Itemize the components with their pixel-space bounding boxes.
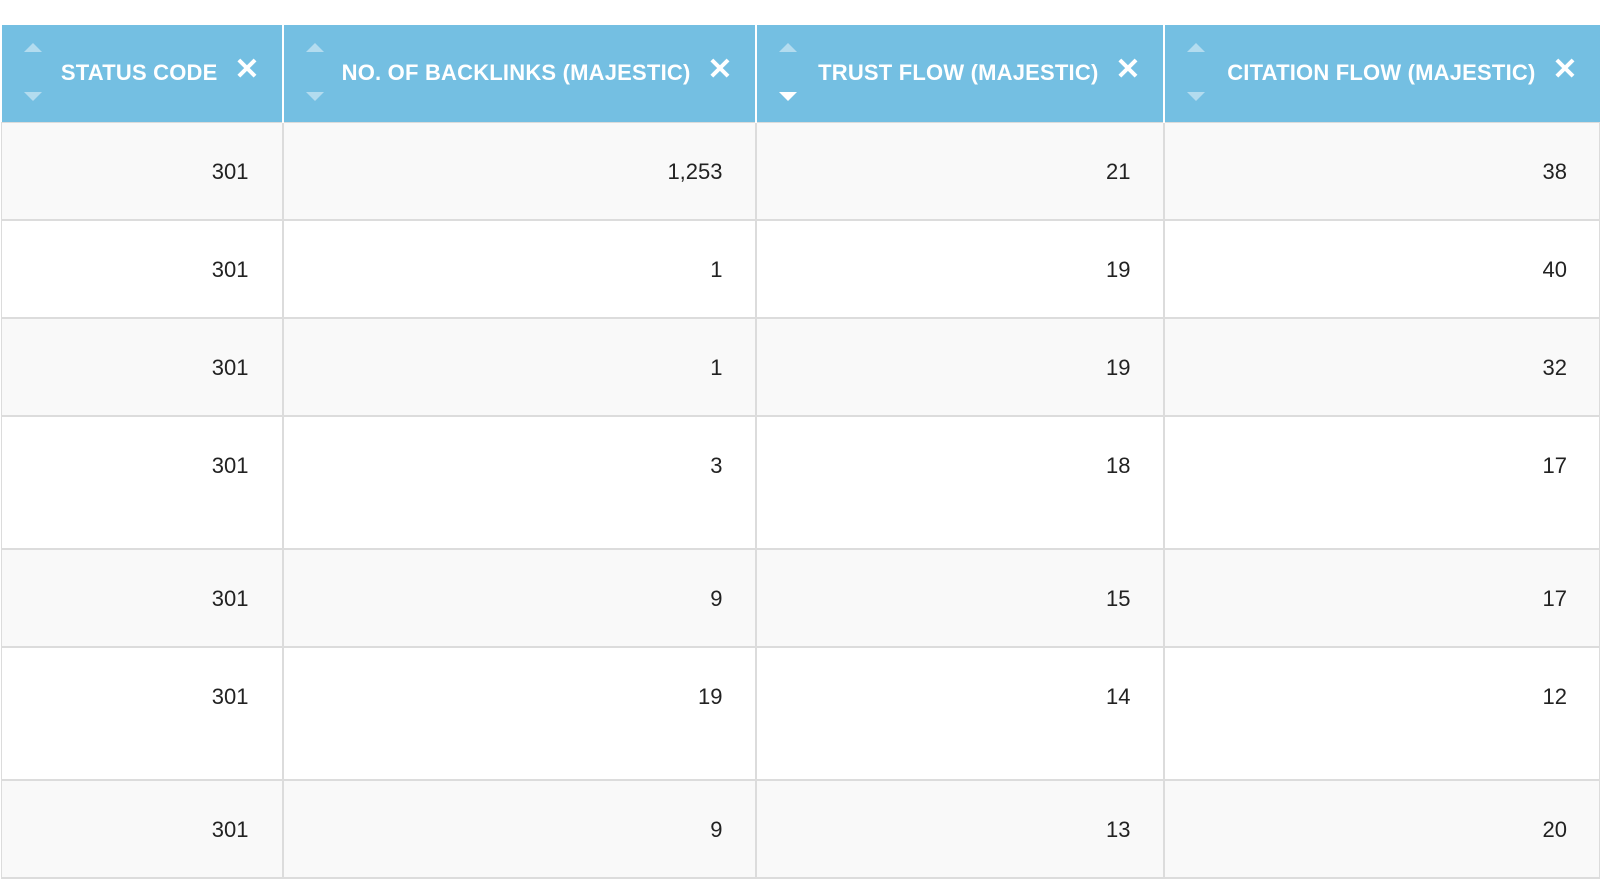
cell-trust-flow: 18	[754, 416, 1164, 550]
cell-trust-flow: 21	[754, 122, 1164, 221]
column-header-label: TRUST FLOW (MAJESTIC)	[818, 60, 1099, 85]
sort-ascending-icon[interactable]	[23, 43, 42, 52]
cell-backlinks: 1,253	[281, 122, 756, 221]
cell-backlinks: 1	[281, 220, 756, 319]
cell-value: 19	[1106, 257, 1131, 282]
close-icon[interactable]: ✕	[234, 55, 259, 85]
cell-value: 301	[211, 817, 249, 842]
close-icon[interactable]: ✕	[1115, 55, 1140, 85]
cell-value: 18	[1106, 453, 1131, 478]
close-icon[interactable]: ✕	[707, 55, 732, 85]
column-header-backlinks[interactable]: NO. OF BACKLINKS (MAJESTIC) ✕	[281, 25, 756, 123]
cell-value: 301	[211, 453, 249, 478]
cell-backlinks: 3	[281, 416, 756, 550]
cell-value: 19	[698, 684, 723, 709]
cell-status-code: 301	[1, 647, 283, 781]
cell-value: 9	[710, 586, 723, 611]
sort-descending-icon[interactable]	[778, 92, 797, 101]
cell-citation-flow: 12	[1162, 647, 1600, 781]
column-header-citation-flow[interactable]: CITATION FLOW (MAJESTIC) ✕	[1162, 25, 1600, 123]
cell-status-code: 301	[1, 220, 283, 319]
cell-value: 21	[1106, 159, 1131, 184]
sort-descending-icon[interactable]	[1186, 92, 1205, 101]
cell-citation-flow: 32	[1162, 318, 1600, 417]
cell-value: 17	[1542, 453, 1567, 478]
table-header-row: STATUS CODE ✕ NO. OF BACKLINKS (MAJESTIC…	[1, 25, 1600, 123]
cell-value: 3	[710, 453, 723, 478]
cell-citation-flow: 38	[1162, 122, 1600, 221]
sort-ascending-icon[interactable]	[305, 43, 324, 52]
table-row[interactable]: 301 1 19 40	[1, 220, 1600, 319]
cell-value: 301	[211, 257, 249, 282]
cell-value: 12	[1542, 684, 1567, 709]
table-row[interactable]: 301 1 19 32	[1, 318, 1600, 417]
table-row[interactable]: 301 9 15 17	[1, 549, 1600, 648]
sort-control[interactable]	[305, 43, 326, 103]
table-row[interactable]: 301 3 18 17	[1, 416, 1600, 550]
cell-value: 19	[1106, 355, 1131, 380]
cell-status-code: 301	[1, 549, 283, 648]
sort-control[interactable]	[778, 43, 799, 103]
table-row[interactable]: 301 9 13 20	[1, 780, 1600, 879]
column-header-trust-flow[interactable]: TRUST FLOW (MAJESTIC) ✕	[754, 25, 1164, 123]
cell-value: 301	[211, 684, 249, 709]
cell-citation-flow: 20	[1162, 780, 1600, 879]
cell-trust-flow: 19	[754, 220, 1164, 319]
cell-citation-flow: 40	[1162, 220, 1600, 319]
sort-ascending-icon[interactable]	[778, 43, 797, 52]
sort-control[interactable]	[23, 43, 44, 103]
table-row[interactable]: 301 1,253 21 38	[1, 122, 1600, 221]
data-table-container: STATUS CODE ✕ NO. OF BACKLINKS (MAJESTIC…	[1, 25, 1600, 879]
cell-value: 9	[710, 817, 723, 842]
cell-value: 40	[1542, 257, 1567, 282]
cell-backlinks: 9	[281, 549, 756, 648]
cell-value: 301	[211, 159, 249, 184]
cell-value: 301	[211, 355, 249, 380]
table-row[interactable]: 301 19 14 12	[1, 647, 1600, 781]
cell-status-code: 301	[1, 780, 283, 879]
cell-value: 1	[710, 355, 723, 380]
cell-citation-flow: 17	[1162, 416, 1600, 550]
cell-trust-flow: 19	[754, 318, 1164, 417]
data-table: STATUS CODE ✕ NO. OF BACKLINKS (MAJESTIC…	[1, 25, 1600, 879]
cell-value: 15	[1106, 586, 1131, 611]
cell-backlinks: 9	[281, 780, 756, 879]
close-icon[interactable]: ✕	[1552, 55, 1577, 85]
cell-citation-flow: 17	[1162, 549, 1600, 648]
column-header-label: CITATION FLOW (MAJESTIC)	[1227, 60, 1536, 85]
cell-backlinks: 1	[281, 318, 756, 417]
sort-descending-icon[interactable]	[23, 92, 42, 101]
sort-control[interactable]	[1186, 43, 1207, 103]
column-header-label: STATUS CODE	[60, 60, 218, 85]
cell-value: 1	[710, 257, 723, 282]
column-header-status-code[interactable]: STATUS CODE ✕	[1, 25, 283, 123]
cell-value: 301	[211, 586, 249, 611]
cell-value: 13	[1106, 817, 1131, 842]
cell-trust-flow: 15	[754, 549, 1164, 648]
cell-trust-flow: 14	[754, 647, 1164, 781]
cell-value: 20	[1542, 817, 1567, 842]
cell-trust-flow: 13	[754, 780, 1164, 879]
sort-descending-icon[interactable]	[305, 92, 324, 101]
cell-backlinks: 19	[281, 647, 756, 781]
column-header-label: NO. OF BACKLINKS (MAJESTIC)	[341, 60, 691, 85]
cell-status-code: 301	[1, 318, 283, 417]
cell-value: 38	[1542, 159, 1567, 184]
cell-status-code: 301	[1, 416, 283, 550]
cell-value: 32	[1542, 355, 1567, 380]
sort-ascending-icon[interactable]	[1186, 43, 1205, 52]
cell-value: 1,253	[667, 159, 723, 184]
cell-value: 14	[1106, 684, 1131, 709]
cell-status-code: 301	[1, 122, 283, 221]
cell-value: 17	[1542, 586, 1567, 611]
